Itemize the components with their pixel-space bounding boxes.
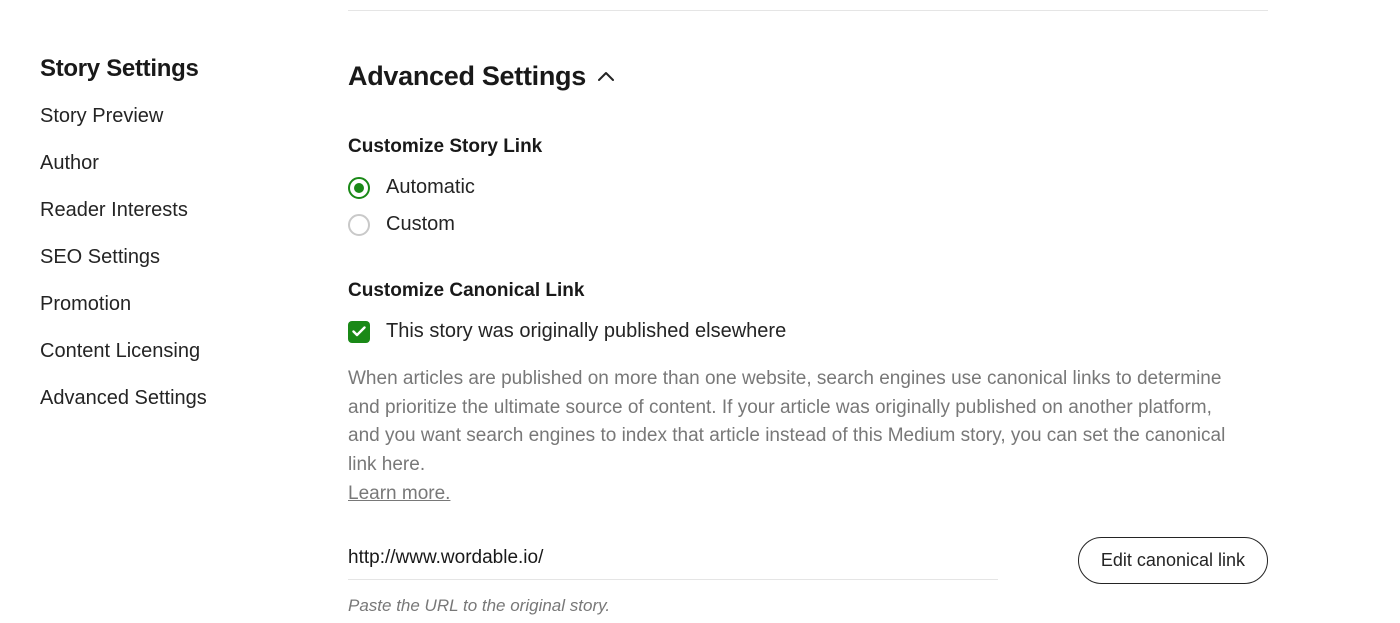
sidebar-item-content-licensing[interactable]: Content Licensing	[40, 340, 348, 363]
section-header[interactable]: Advanced Settings	[348, 61, 1268, 92]
published-elsewhere-label: This story was originally published else…	[386, 320, 786, 343]
sidebar-item-reader-interests[interactable]: Reader Interests	[40, 199, 348, 222]
radio-automatic[interactable]: Automatic	[348, 176, 1268, 199]
edit-canonical-link-button[interactable]: Edit canonical link	[1078, 537, 1268, 584]
story-link-radio-group: Automatic Custom	[348, 176, 1268, 236]
customize-story-link-label: Customize Story Link	[348, 136, 1268, 158]
canonical-help-text: When articles are published on more than…	[348, 365, 1228, 479]
canonical-url-input[interactable]	[348, 541, 998, 580]
radio-custom[interactable]: Custom	[348, 213, 1268, 236]
sidebar-nav-list: Story Preview Author Reader Interests SE…	[40, 105, 348, 410]
published-elsewhere-checkbox[interactable]: This story was originally published else…	[348, 320, 1268, 343]
sidebar-item-promotion[interactable]: Promotion	[40, 293, 348, 316]
top-divider	[348, 10, 1268, 11]
learn-more-link[interactable]: Learn more.	[348, 483, 450, 505]
sidebar-item-advanced-settings[interactable]: Advanced Settings	[40, 387, 348, 410]
radio-automatic-label: Automatic	[386, 176, 475, 199]
sidebar-item-author[interactable]: Author	[40, 152, 348, 175]
section-title: Advanced Settings	[348, 61, 586, 92]
chevron-up-icon	[598, 68, 614, 86]
sidebar-title: Story Settings	[40, 55, 348, 83]
checkbox-checked-icon	[348, 321, 370, 343]
canonical-url-field-wrap: Paste the URL to the original story.	[348, 541, 998, 616]
radio-icon-unselected	[348, 214, 370, 236]
radio-icon-selected	[348, 177, 370, 199]
canonical-url-row: Paste the URL to the original story. Edi…	[348, 541, 1268, 616]
customize-canonical-link-label: Customize Canonical Link	[348, 280, 1268, 302]
sidebar-item-story-preview[interactable]: Story Preview	[40, 105, 348, 128]
radio-custom-label: Custom	[386, 213, 455, 236]
sidebar-item-seo-settings[interactable]: SEO Settings	[40, 246, 348, 269]
sidebar: Story Settings Story Preview Author Read…	[0, 0, 348, 623]
main-content: Advanced Settings Customize Story Link A…	[348, 0, 1308, 623]
canonical-url-hint: Paste the URL to the original story.	[348, 596, 998, 616]
